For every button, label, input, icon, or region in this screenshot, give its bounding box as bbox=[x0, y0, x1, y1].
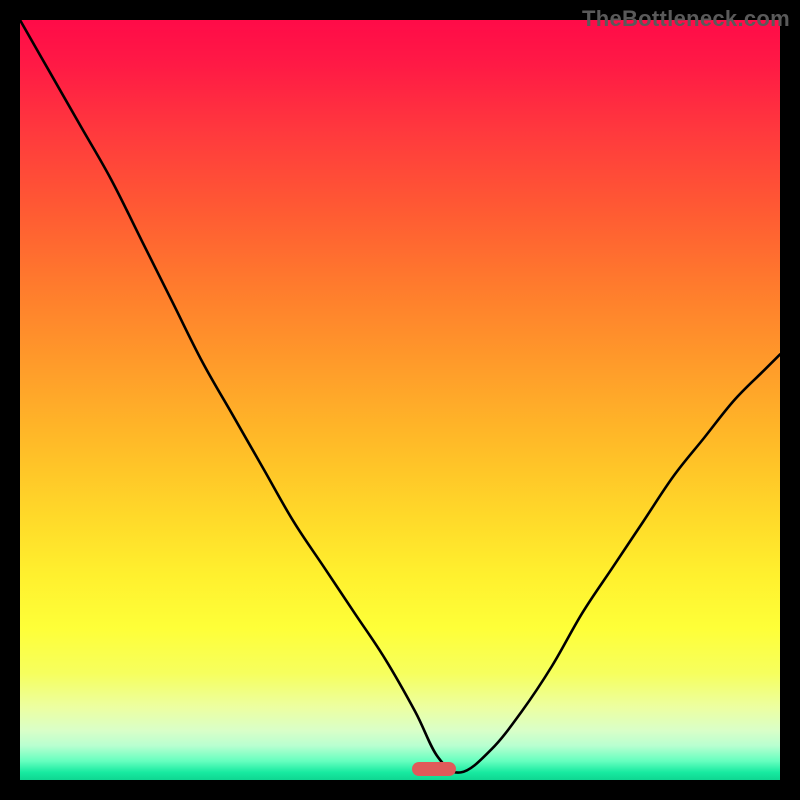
plot-area bbox=[20, 20, 780, 780]
optimal-marker bbox=[412, 762, 456, 776]
watermark-text: TheBottleneck.com bbox=[582, 6, 790, 32]
chart-frame: TheBottleneck.com bbox=[0, 0, 800, 800]
curve-layer bbox=[20, 20, 780, 780]
bottleneck-curve bbox=[20, 20, 780, 773]
